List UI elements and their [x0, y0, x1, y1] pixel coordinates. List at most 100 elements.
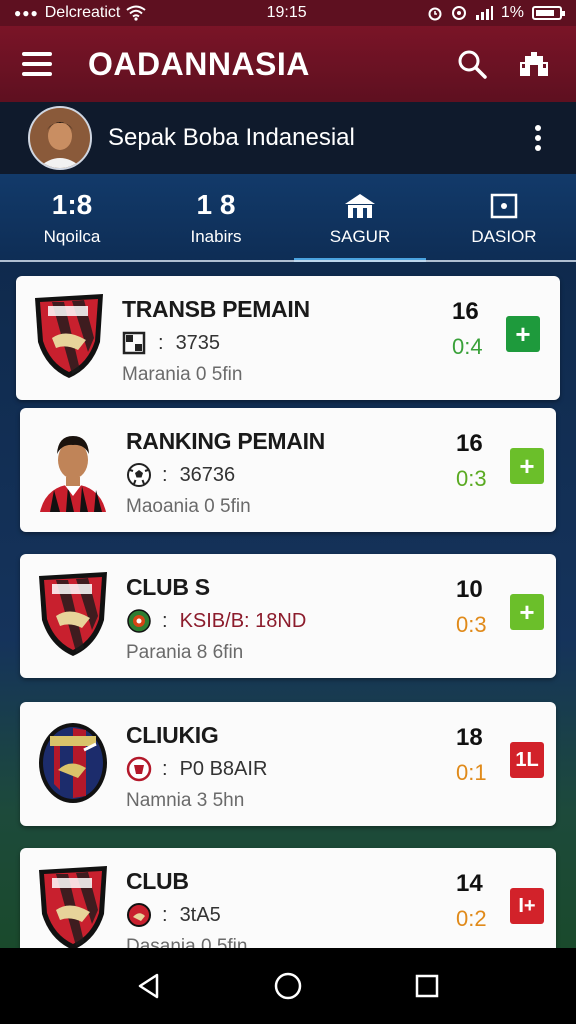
tab-label: DASIOR	[471, 227, 537, 246]
status-time: 19:15	[266, 4, 307, 21]
system-nav-bar	[0, 948, 576, 1024]
card-subtitle: : KSIB/B: 18ND	[126, 608, 306, 634]
card-score: 0:4	[452, 334, 483, 359]
card-score: 0:3	[456, 466, 487, 491]
club-badge-icon	[126, 756, 152, 782]
tab-3[interactable]: SAGUR	[288, 174, 432, 262]
back-button[interactable]	[129, 966, 169, 1006]
player-portrait-icon	[30, 108, 90, 168]
tab-value: 1 8	[196, 189, 236, 220]
home-button[interactable]	[268, 966, 308, 1006]
card-subtitle-value: 3735	[175, 331, 221, 354]
recents-square-icon	[415, 974, 438, 998]
separator: :	[158, 331, 164, 354]
card-title: RANKING PEMAIN	[126, 428, 325, 454]
signal-dots-icon: ●●●	[14, 6, 39, 20]
sync-icon	[451, 6, 466, 20]
tab-2[interactable]: 1 8 Inabirs	[144, 174, 288, 262]
card-title: TRANSB PEMAIN	[122, 296, 310, 322]
separator: :	[162, 903, 168, 926]
list-item[interactable]: CLIUKIG : P0 B8AIR Namnia 3 5hn 18 0:1 1…	[20, 702, 556, 826]
card-list: TRANSB PEMAIN : 3735 Marania 0 5fin 16 0…	[0, 262, 576, 948]
profile-header: Sepak Boba Indanesial	[0, 102, 576, 174]
profile-name: Sepak Boba Indanesial	[108, 124, 355, 151]
card-footer: Marania 0 5fin	[122, 364, 243, 385]
club-crest-icon	[35, 294, 103, 378]
home-circle-icon	[274, 972, 302, 1000]
card-score: 0:2	[456, 906, 487, 931]
card-subtitle: : 3735	[122, 330, 220, 356]
card-subtitle-value: 36736	[179, 463, 236, 486]
avatar[interactable]	[28, 106, 92, 170]
app-bar: OADANNASIA	[0, 26, 576, 102]
card-footer: Maoania 0 5fin	[126, 496, 251, 517]
card-subtitle: : 3tA5	[126, 902, 221, 928]
separator: :	[162, 757, 168, 780]
tab-label: Nqoilca	[43, 227, 101, 246]
list-item[interactable]: CLUB S : KSIB/B: 18ND Parania 8 6fin 10 …	[20, 554, 556, 678]
separator: :	[162, 463, 168, 486]
list-item[interactable]: CLUB : 3tA5 Dasania 0 5fin 14 0:2 I+	[20, 848, 556, 948]
card-subtitle-value: P0 B8AIR	[179, 757, 268, 780]
card-number: 14	[456, 870, 483, 897]
soccer-ball-icon	[127, 463, 151, 487]
battery-icon	[532, 6, 565, 20]
card-number: 18	[456, 724, 483, 751]
club-crest-icon	[39, 866, 107, 948]
grid-icon	[122, 331, 146, 355]
status-right: 1%	[427, 4, 565, 22]
menu-icon[interactable]	[22, 52, 52, 76]
tab-label: SAGUR	[329, 227, 391, 246]
add-button[interactable]: +	[506, 316, 540, 352]
battery-percent: 1%	[500, 4, 524, 21]
alarm-icon	[428, 7, 442, 21]
card-number: 16	[456, 430, 483, 457]
club-badge-icon	[127, 903, 151, 927]
player-portrait-icon	[40, 436, 106, 512]
card-score: 0:3	[456, 612, 487, 637]
action-button[interactable]: I+	[510, 888, 544, 924]
status-bar: ●●● Delcreatict 19:15 1%	[0, 0, 576, 26]
card-subtitle-value: KSIB/B: 18ND	[179, 609, 307, 632]
card-score: 0:1	[456, 760, 487, 785]
tab-1[interactable]: 1:8 Nqoilca	[0, 174, 144, 262]
card-number: 10	[456, 576, 483, 603]
card-footer: Parania 8 6fin	[126, 642, 244, 663]
search-button[interactable]	[452, 44, 492, 84]
card-title: CLUB	[126, 868, 189, 894]
club-crest-icon	[39, 572, 107, 656]
separator: :	[162, 609, 168, 632]
stadium-button[interactable]	[514, 44, 554, 84]
more-options-icon[interactable]	[528, 125, 548, 151]
list-item[interactable]: RANKING PEMAIN : 36736 Maoania 0 5fin 16…	[20, 408, 556, 532]
add-button[interactable]: +	[510, 448, 544, 484]
card-subtitle-value: 3tA5	[179, 903, 221, 926]
search-icon	[458, 50, 487, 79]
recents-button[interactable]	[407, 966, 447, 1006]
club-badge-icon	[127, 609, 151, 633]
card-subtitle: : 36736	[126, 462, 235, 488]
back-triangle-icon	[139, 973, 159, 999]
card-subtitle: : P0 B8AIR	[126, 756, 267, 782]
status-left: ●●● Delcreatict	[14, 4, 146, 22]
cell-signal-icon	[475, 6, 493, 20]
house-icon	[344, 189, 376, 223]
club-crest-icon	[39, 723, 107, 803]
add-button[interactable]: +	[510, 594, 544, 630]
card-title: CLUB S	[126, 574, 210, 600]
tab-bar: 1:8 Nqoilca 1 8 Inabirs SAGUR DASIOR	[0, 174, 576, 262]
tab-label: Inabirs	[190, 227, 242, 246]
app-title: OADANNASIA	[88, 45, 310, 82]
carrier-name: Delcreatict	[44, 4, 121, 21]
stadium-icon	[520, 52, 548, 76]
card-title: CLIUKIG	[126, 722, 219, 748]
card-footer: Namnia 3 5hn	[126, 790, 245, 811]
action-button[interactable]: 1L	[510, 742, 544, 778]
card-footer: Dasania 0 5fin	[126, 936, 248, 948]
list-item[interactable]: TRANSB PEMAIN : 3735 Marania 0 5fin 16 0…	[16, 276, 560, 400]
square-dot-icon	[490, 189, 518, 223]
wifi-icon	[126, 5, 146, 21]
card-number: 16	[452, 298, 479, 325]
tab-value: 1:8	[51, 189, 93, 220]
tab-4[interactable]: DASIOR	[432, 174, 576, 262]
